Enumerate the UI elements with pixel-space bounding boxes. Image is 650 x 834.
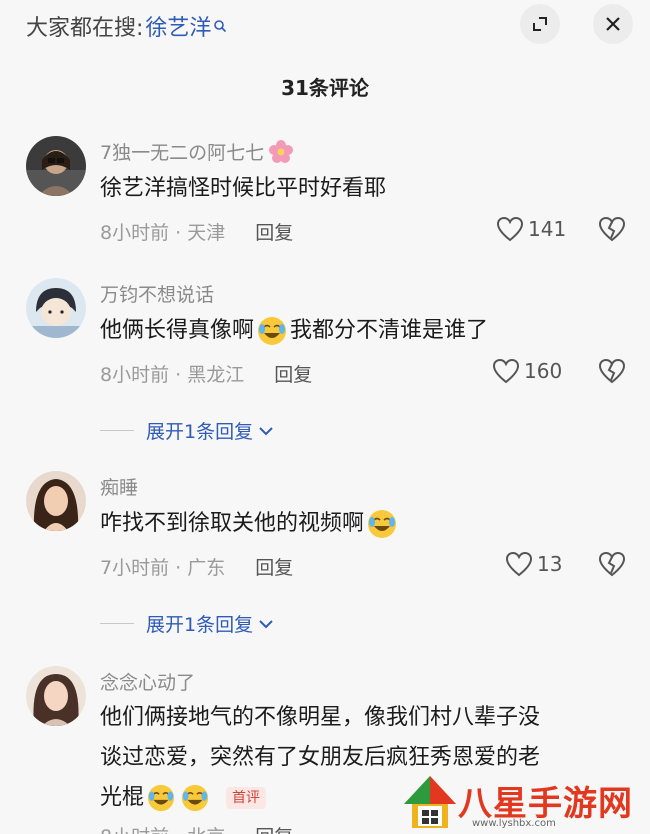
avatar[interactable] xyxy=(26,136,86,196)
dislike-button[interactable] xyxy=(598,216,626,246)
like-button[interactable]: 141 xyxy=(496,216,566,242)
like-count: 160 xyxy=(524,359,563,383)
comment-username[interactable]: 痴睡 xyxy=(100,473,138,500)
avatar[interactable] xyxy=(26,471,86,531)
house-logo-icon xyxy=(404,776,456,828)
first-comment-badge: 首评 xyxy=(226,787,267,809)
laugh-cry-emoji-icon xyxy=(368,510,397,538)
comment-item: 万钧不想说话 他俩长得真像啊 我都分不清谁是谁了 8小时前 · 黑龙江 回复 1… xyxy=(0,272,650,452)
comment-item: 痴睡 咋找不到徐取关他的视频啊 7小时前 · 广东 回复 13 展开1条回复 xyxy=(0,465,650,645)
comment-username[interactable]: 念念心动了 xyxy=(100,668,195,695)
dislike-button[interactable] xyxy=(598,358,626,388)
broken-heart-icon xyxy=(598,551,626,577)
search-icon xyxy=(214,20,227,33)
broken-heart-icon xyxy=(598,358,626,384)
search-term-link[interactable]: 徐艺洋 xyxy=(145,10,211,42)
like-button[interactable]: 13 xyxy=(505,551,562,577)
expand-button[interactable] xyxy=(520,4,560,44)
expand-replies-label: 展开1条回复 xyxy=(146,421,254,443)
comment-meta: 8小时前 · 北京 回复 xyxy=(100,822,293,834)
chevron-down-icon xyxy=(259,619,273,628)
comment-username[interactable]: 7独一无二の阿七七 xyxy=(100,138,294,165)
comment-text: 他俩长得真像啊 我都分不清谁是谁了 xyxy=(100,310,620,352)
laugh-cry-emoji-icon xyxy=(258,317,287,345)
comment-text: 咋找不到徐取关他的视频啊 xyxy=(100,503,620,545)
close-icon xyxy=(606,17,620,31)
divider-line xyxy=(100,430,134,431)
reply-button[interactable]: 回复 xyxy=(255,822,293,834)
site-watermark: 八星手游网 www.lyshbx.com xyxy=(400,770,650,834)
comment-text: 徐艺洋搞怪时候比平时好看耶 xyxy=(100,176,387,201)
search-suggestion[interactable]: 大家都在搜: 徐艺洋 xyxy=(26,10,227,42)
reply-button[interactable]: 回复 xyxy=(255,553,293,580)
dislike-button[interactable] xyxy=(598,551,626,581)
heart-icon xyxy=(496,216,524,242)
like-count: 13 xyxy=(537,552,563,576)
watermark-url: www.lyshbx.com xyxy=(472,818,556,829)
comment-meta: 7小时前 · 广东 回复 xyxy=(100,553,293,580)
laugh-cry-emoji-icon xyxy=(181,784,209,812)
comment-time-location: 7小时前 · 广东 xyxy=(100,557,226,579)
heart-icon xyxy=(505,551,533,577)
expand-replies-button[interactable]: 展开1条回复 xyxy=(100,610,275,637)
comment-username[interactable]: 万钧不想说话 xyxy=(100,280,214,307)
chevron-down-icon xyxy=(259,426,273,435)
comments-header: 大家都在搜: 徐艺洋 31条评论 xyxy=(0,0,650,110)
avatar[interactable] xyxy=(26,278,86,338)
flower-emoji-icon xyxy=(269,139,294,163)
comment-meta: 8小时前 · 天津 回复 xyxy=(100,218,293,245)
expand-replies-button[interactable]: 展开1条回复 xyxy=(100,417,275,444)
comment-item: 7独一无二の阿七七 徐艺洋搞怪时候比平时好看耶 8小时前 · 天津 回复 141 xyxy=(0,130,650,260)
comments-page: 大家都在搜: 徐艺洋 31条评论 7独一无二の阿七七 徐艺洋搞怪时候比平时好看耶… xyxy=(0,0,650,834)
comment-time-location: 8小时前 · 北京 xyxy=(100,822,225,834)
expand-replies-label: 展开1条回复 xyxy=(146,614,254,636)
comment-time-location: 8小时前 · 黑龙江 xyxy=(100,364,245,386)
comment-time-location: 8小时前 · 天津 xyxy=(100,222,226,244)
laugh-cry-emoji-icon xyxy=(147,784,175,812)
reply-button[interactable]: 回复 xyxy=(255,218,293,245)
reply-button[interactable]: 回复 xyxy=(274,360,312,387)
avatar[interactable] xyxy=(26,666,86,726)
like-count: 141 xyxy=(528,217,567,241)
expand-icon xyxy=(533,17,547,31)
comment-meta: 8小时前 · 黑龙江 回复 xyxy=(100,360,312,387)
broken-heart-icon xyxy=(598,216,626,242)
comment-count-title: 31条评论 xyxy=(281,76,369,100)
search-prefix: 大家都在搜: xyxy=(26,16,144,41)
close-button[interactable] xyxy=(593,4,633,44)
divider-line xyxy=(100,623,134,624)
like-button[interactable]: 160 xyxy=(492,358,562,384)
heart-icon xyxy=(492,358,520,384)
